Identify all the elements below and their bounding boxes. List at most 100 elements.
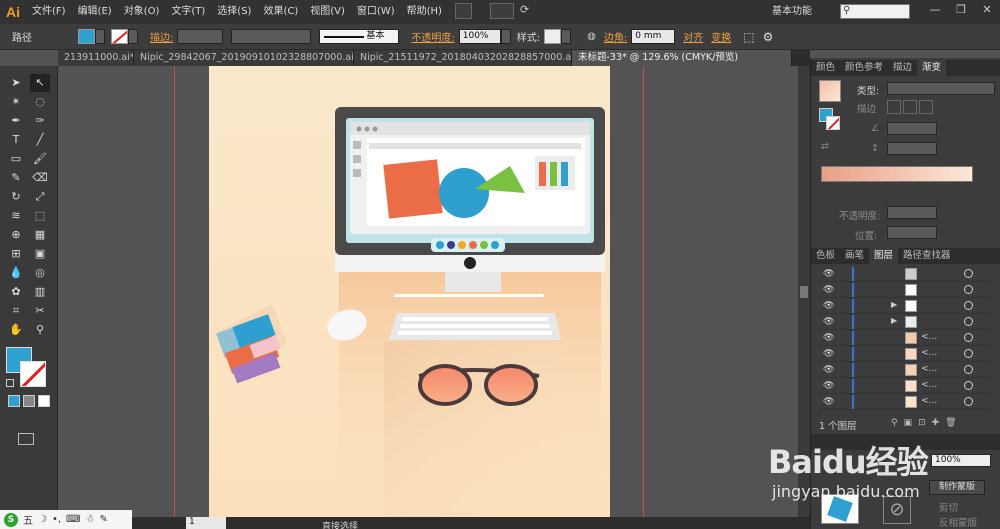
stroke-dropdown[interactable] (128, 29, 138, 44)
menu-edit[interactable]: 编辑(E) (72, 0, 118, 24)
layer-row[interactable]: 👁 ▶ (819, 314, 991, 330)
tab-color-guide[interactable]: 颜色参考 (840, 60, 888, 76)
layer-row[interactable]: 👁 <... (819, 330, 991, 346)
layer-row[interactable]: 👁 <... (819, 362, 991, 378)
panel-menu-icon[interactable]: ⚙ (763, 30, 774, 44)
free-transform-icon[interactable]: ⬚ (30, 207, 50, 225)
corner-label[interactable]: 边角: (604, 29, 627, 44)
slice-tool-icon[interactable]: ✂ (30, 302, 50, 320)
page-number-field[interactable]: 1 (186, 517, 226, 529)
scale-tool-icon[interactable]: ⤢ (30, 188, 50, 206)
tab-gradient[interactable]: 渐变 (917, 60, 947, 76)
opacity-dropdown[interactable] (500, 29, 511, 44)
target-circle-icon[interactable] (964, 333, 973, 342)
minimize-button[interactable]: — (922, 0, 948, 20)
target-circle-icon[interactable] (964, 285, 973, 294)
layer-row[interactable]: 👁 <... (819, 346, 991, 362)
shape-builder-icon[interactable]: ⊕ (6, 226, 26, 244)
visibility-eye-icon[interactable]: 👁 (823, 333, 834, 343)
gradient-mode-icon[interactable] (23, 395, 35, 407)
warp-tool-icon[interactable]: ≋ (6, 207, 26, 225)
visibility-eye-icon[interactable]: 👁 (823, 317, 834, 327)
blend-tool-icon[interactable]: ◎ (30, 264, 50, 282)
ime-punct-icon[interactable]: •, (52, 514, 61, 525)
fill-swatch[interactable] (78, 29, 95, 44)
pen-tool-icon[interactable]: ✒ (6, 112, 26, 130)
transparency-opacity-field[interactable]: 100% (931, 454, 991, 467)
status-current-tool[interactable]: 直接选择 (322, 519, 358, 529)
ime-moon-icon[interactable]: ☽ (38, 514, 47, 525)
make-mask-button[interactable]: 制作蒙版 (929, 480, 985, 495)
align-link[interactable]: 对齐 (683, 29, 703, 44)
visibility-eye-icon[interactable]: 👁 (823, 397, 834, 407)
expand-arrow-icon[interactable]: ▶ (891, 316, 897, 325)
target-circle-icon[interactable] (964, 269, 973, 278)
variable-width-dropdown[interactable] (231, 29, 312, 44)
recolor-icon[interactable]: ◍ (587, 31, 596, 42)
target-circle-icon[interactable] (964, 381, 973, 390)
expand-arrow-icon[interactable]: ▶ (891, 300, 897, 309)
gradient-tool-icon[interactable]: ▣ (30, 245, 50, 263)
eyedropper-icon[interactable]: 💧 (6, 264, 26, 282)
stroke-none-swatch[interactable] (111, 29, 128, 44)
stroke-gradient-buttons[interactable] (887, 100, 937, 114)
visibility-eye-icon[interactable]: 👁 (823, 365, 834, 375)
line-tool-icon[interactable]: ╱ (30, 131, 50, 149)
selection-tool-icon[interactable]: ➤ (6, 74, 26, 92)
ime-keyboard-icon[interactable]: ⌨ (66, 514, 80, 525)
ime-mode-label[interactable]: 五 (23, 512, 33, 527)
stroke-color-box[interactable] (20, 361, 46, 387)
color-mode-icon[interactable] (8, 395, 20, 407)
arrange-documents-button[interactable] (490, 3, 514, 19)
ime-logo-icon[interactable]: S (4, 512, 18, 527)
visibility-eye-icon[interactable]: 👁 (823, 381, 834, 391)
visibility-eye-icon[interactable]: 👁 (823, 285, 834, 295)
pencil-tool-icon[interactable]: ✎ (6, 169, 26, 187)
graphic-style-swatch[interactable] (544, 29, 562, 44)
gradient-type-dropdown[interactable] (887, 82, 995, 95)
hand-tool-icon[interactable]: ✋ (6, 321, 26, 339)
gradient-aspect-field[interactable] (887, 142, 937, 155)
ime-skin-icon[interactable]: ☃ (85, 514, 94, 525)
direct-selection-tool-icon[interactable]: ↖ (30, 74, 50, 92)
tab-doc-2[interactable]: Nipic_29842067_20190910102328807000.ai* (134, 50, 354, 66)
stroke-weight-field[interactable] (177, 29, 224, 44)
brush-style-dropdown[interactable]: 基本 (319, 29, 400, 44)
ime-tools-icon[interactable]: ✎ (99, 514, 107, 525)
tab-doc-1[interactable]: 213911000.ai* (58, 50, 134, 66)
invert-mask-checkbox-label[interactable]: 反相蒙版 (939, 515, 977, 529)
tab-brushes[interactable]: 画笔 (840, 248, 869, 264)
menu-file[interactable]: 文件(F) (26, 0, 72, 24)
style-dropdown[interactable] (561, 29, 572, 44)
workspace-switcher[interactable]: 基本功能 (772, 0, 812, 24)
gradient-opacity-field[interactable] (887, 206, 937, 219)
magic-wand-icon[interactable]: ✴ (6, 93, 26, 111)
layer-row[interactable]: 👁 (819, 266, 991, 282)
maximize-button[interactable]: ❐ (948, 0, 974, 20)
rotate-tool-icon[interactable]: ↻ (6, 188, 26, 206)
sync-icon[interactable]: ⟳ (520, 3, 537, 19)
symbol-sprayer-icon[interactable]: ✿ (6, 283, 26, 301)
fill-dropdown[interactable] (95, 29, 105, 44)
menu-type[interactable]: 文字(T) (165, 0, 211, 24)
tab-layers[interactable]: 图层 (869, 248, 899, 264)
opacity-label[interactable]: 不透明度: (411, 29, 454, 44)
type-tool-icon[interactable]: T (6, 131, 26, 149)
screen-mode-icon[interactable] (18, 433, 34, 445)
perspective-grid-icon[interactable]: ▦ (30, 226, 50, 244)
default-colors-icon[interactable] (6, 379, 14, 387)
none-mode-icon[interactable] (38, 395, 50, 407)
paintbrush-tool-icon[interactable]: 🖌 (30, 150, 50, 168)
target-circle-icon[interactable] (964, 317, 973, 326)
gradient-slider[interactable] (821, 166, 973, 182)
target-circle-icon[interactable] (964, 365, 973, 374)
target-circle-icon[interactable] (964, 349, 973, 358)
tab-stroke[interactable]: 描边 (888, 60, 917, 76)
visibility-eye-icon[interactable]: 👁 (823, 301, 834, 311)
tab-color[interactable]: 颜色 (811, 60, 840, 76)
menu-select[interactable]: 选择(S) (211, 0, 257, 24)
tab-doc-active[interactable]: 未标题-33* @ 129.6% (CMYK/预览) (572, 50, 792, 66)
visibility-eye-icon[interactable]: 👁 (823, 269, 834, 279)
menu-window[interactable]: 窗口(W) (351, 0, 401, 24)
rectangle-tool-icon[interactable]: ▭ (6, 150, 26, 168)
